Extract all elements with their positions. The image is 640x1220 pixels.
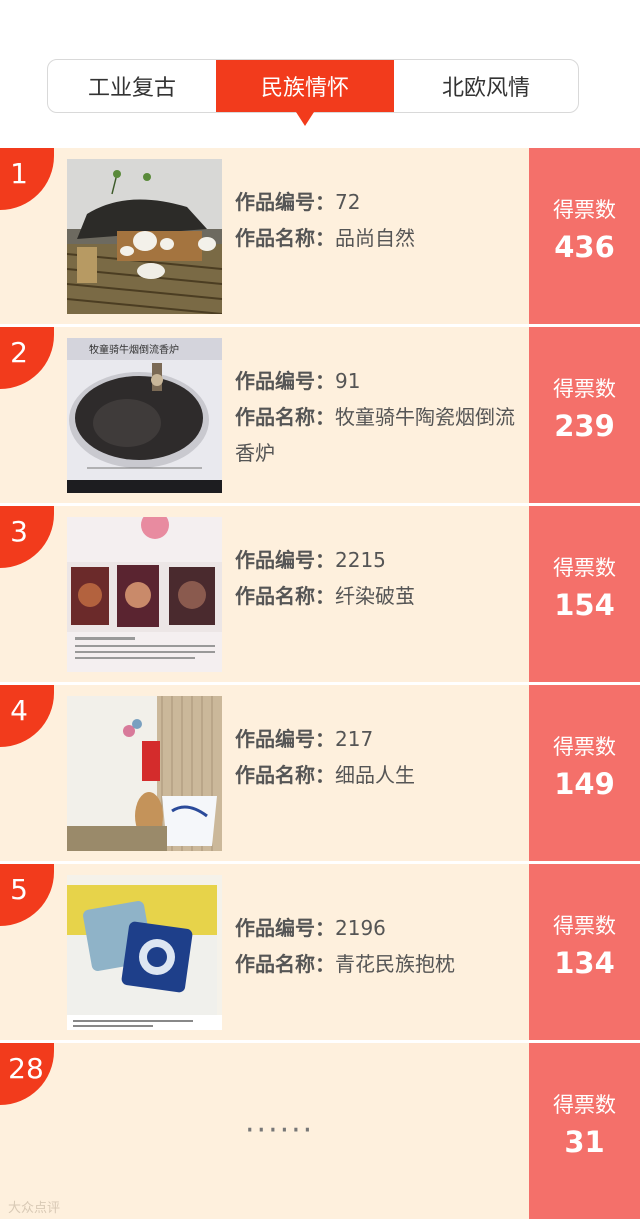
vote-box: 得票数 149 [529, 685, 640, 861]
votes-label: 得票数 [553, 198, 616, 222]
rank-badge: 3 [0, 506, 54, 568]
list-item[interactable]: 5 作品编号：2196 作品名称：青花民族抱枕 得票数 134 [0, 864, 640, 1043]
artwork-id: 217 [335, 727, 374, 751]
artwork-id: 91 [335, 369, 361, 393]
artwork-name-label: 作品名称： [235, 763, 335, 787]
artwork-name-label: 作品名称： [235, 405, 335, 429]
artwork-info: 作品编号：217 作品名称：细品人生 [235, 721, 520, 793]
votes-label: 得票数 [553, 1093, 616, 1117]
rank-badge: 2 [0, 327, 54, 389]
votes-count: 436 [554, 230, 615, 264]
artwork-info: 作品编号：2215 作品名称：纤染破茧 [235, 542, 520, 614]
artwork-id-label: 作品编号： [235, 727, 335, 751]
tab-ethnic-sentiment[interactable]: 民族情怀 [216, 60, 394, 126]
artwork-id-label: 作品编号： [235, 369, 335, 393]
rank-badge: 4 [0, 685, 54, 747]
artwork-thumbnail[interactable] [67, 696, 222, 851]
vote-box: 得票数 154 [529, 506, 640, 682]
watermark: 大众点评 [8, 1201, 61, 1216]
votes-count: 31 [564, 1125, 605, 1159]
votes-label: 得票数 [553, 556, 616, 580]
active-tab-pointer [296, 112, 314, 126]
list-item[interactable]: 1 作品编号：72 作品名称：品尚自然 得票数 436 [0, 148, 640, 327]
artwork-info: 作品编号：91 作品名称：牧童骑牛陶瓷烟倒流香炉 [235, 363, 520, 471]
rank-number: 2 [10, 336, 28, 369]
artwork-name: 细品人生 [335, 763, 415, 787]
vote-box: 得票数 31 [529, 1043, 640, 1219]
list-item[interactable]: 2 牧童骑牛烟倒流香炉 作品编号：91 作品名称：牧童骑牛陶瓷烟倒流香炉 得票数… [0, 327, 640, 506]
rank-number: 28 [8, 1052, 44, 1085]
artwork-thumbnail[interactable] [67, 517, 222, 672]
style-tabs: 工业复古 民族情怀 北欧风情 [47, 59, 579, 126]
artwork-id-label: 作品编号： [235, 916, 335, 940]
list-item[interactable]: 3 作品编号：2215 作品名称：纤染破茧 得票数 154 [0, 506, 640, 685]
artwork-name: 品尚自然 [335, 226, 415, 250]
artwork-id-label: 作品编号： [235, 190, 335, 214]
tab-ethnic-sentiment-label: 民族情怀 [260, 76, 349, 101]
artwork-name: 纤染破茧 [335, 584, 415, 608]
votes-label: 得票数 [553, 735, 616, 759]
vote-box: 得票数 134 [529, 864, 640, 1040]
rank-number: 5 [10, 873, 28, 906]
artwork-info: 作品编号：2196 作品名称：青花民族抱枕 [235, 910, 520, 982]
rank-number: 4 [10, 694, 28, 727]
artwork-info: 作品编号：72 作品名称：品尚自然 [235, 184, 520, 256]
votes-label: 得票数 [553, 377, 616, 401]
image-caption: 牧童骑牛烟倒流香炉 [89, 343, 179, 356]
own-ranking-item[interactable]: 28 ······ 得票数 31 [0, 1043, 640, 1219]
rank-badge: 1 [0, 148, 54, 210]
artwork-id: 2196 [335, 916, 386, 940]
votes-count: 154 [554, 588, 615, 622]
rank-number: 3 [10, 515, 28, 548]
artwork-thumbnail[interactable] [67, 875, 222, 1030]
artwork-thumbnail[interactable]: 牧童骑牛烟倒流香炉 [67, 338, 222, 493]
tab-nordic-style[interactable]: 北欧风情 [394, 60, 578, 112]
artwork-thumbnail[interactable] [67, 159, 222, 314]
rank-badge: 28 [0, 1043, 54, 1105]
artwork-name-label: 作品名称： [235, 952, 335, 976]
votes-count: 134 [554, 946, 615, 980]
artwork-id: 72 [335, 190, 361, 214]
tab-industrial-retro[interactable]: 工业复古 [48, 60, 216, 112]
vote-box: 得票数 436 [529, 148, 640, 324]
artwork-name-label: 作品名称： [235, 584, 335, 608]
artwork-name-label: 作品名称： [235, 226, 335, 250]
rank-badge: 5 [0, 864, 54, 926]
list-item[interactable]: 4 作品编号：217 作品名称：细品人生 得票数 149 [0, 685, 640, 864]
votes-count: 239 [554, 409, 615, 443]
ranking-list: 1 作品编号：72 作品名称：品尚自然 得票数 436 2 牧童骑牛烟倒流香炉 … [0, 148, 640, 1219]
vote-box: 得票数 239 [529, 327, 640, 503]
ellipsis-placeholder: ······ [245, 1113, 315, 1148]
artwork-id: 2215 [335, 548, 386, 572]
rank-number: 1 [10, 157, 28, 190]
votes-count: 149 [554, 767, 615, 801]
votes-label: 得票数 [553, 914, 616, 938]
artwork-id-label: 作品编号： [235, 548, 335, 572]
artwork-name: 青花民族抱枕 [335, 952, 455, 976]
